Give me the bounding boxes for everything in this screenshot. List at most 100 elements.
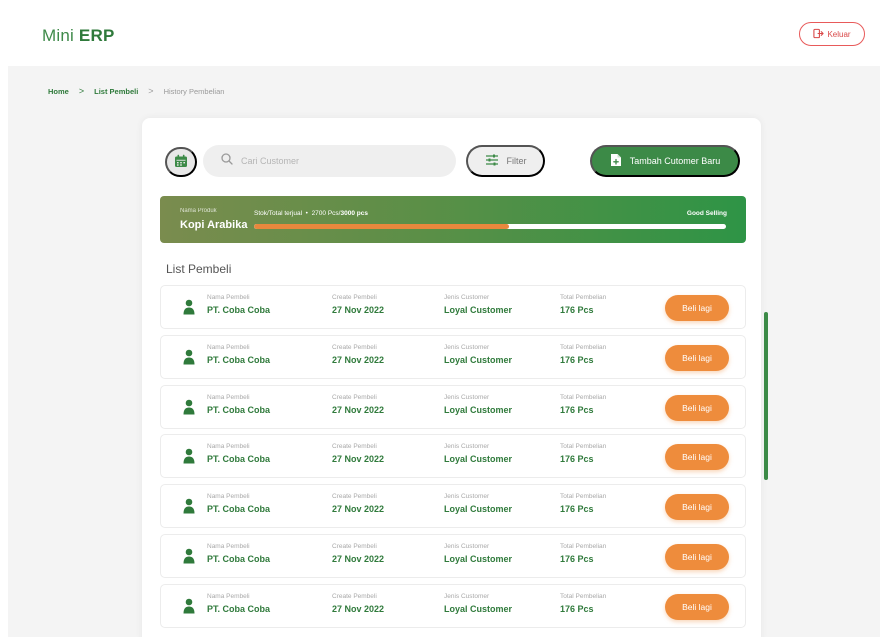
buyer-name-label: Nama Pembeli [207, 493, 250, 501]
filter-icon [485, 154, 499, 168]
stock-progress-bar [254, 224, 726, 229]
list-item: Nama Pembeli PT. Coba Coba Create Pembeli… [160, 384, 746, 429]
selling-status-badge: Good Selling [686, 210, 727, 217]
created-col: Create Pembeli 27 Nov 2022 [332, 443, 384, 464]
buy-again-button[interactable]: Beli lagi [665, 344, 729, 371]
buy-again-button[interactable]: Beli lagi [665, 394, 729, 421]
customer-type-label: Jenis Customer [444, 542, 490, 550]
buy-again-button[interactable]: Beli lagi [665, 444, 729, 471]
product-name: Kopi Arabika [180, 219, 248, 231]
buyer-name-label: Nama Pembeli [207, 542, 250, 550]
search-box[interactable] [203, 145, 456, 177]
total-col: Total Pembelian 176 Pcs [560, 443, 606, 464]
created-label: Create Pembeli [332, 443, 377, 451]
user-icon [183, 598, 195, 614]
total-purchase: 176 Pcs [560, 404, 594, 415]
list-item: Nama Pembeli PT. Coba Coba Create Pembeli… [160, 583, 746, 628]
scrollbar[interactable] [764, 312, 768, 480]
customer-type-col: Jenis Customer Loyal Customer [444, 593, 512, 614]
breadcrumb: Home > List Pembeli > History Pembelian [48, 86, 224, 96]
product-name-label: Nama Produk [180, 208, 217, 214]
created-date: 27 Nov 2022 [332, 404, 385, 415]
stock-total: 3000 pcs [340, 210, 368, 217]
total-col: Total Pembelian 176 Pcs [560, 543, 606, 564]
created-date: 27 Nov 2022 [332, 305, 385, 315]
total-label: Total Pembelian [560, 493, 607, 501]
buy-again-button[interactable]: Beli lagi [665, 593, 729, 620]
product-banner: Nama Produk Kopi Arabika Stok/Total terj… [160, 196, 746, 243]
total-purchase: 176 Pcs [560, 354, 594, 365]
logout-button[interactable]: Keluar [799, 22, 865, 46]
total-label: Total Pembelian [560, 443, 607, 451]
created-date: 27 Nov 2022 [332, 354, 385, 365]
created-label: Create Pembeli [332, 592, 377, 600]
buyer-name-label: Nama Pembeli [207, 443, 250, 451]
total-purchase: 176 Pcs [560, 553, 594, 564]
buy-again-button[interactable]: Beli lagi [665, 295, 729, 321]
add-customer-button[interactable]: Tambah Cutomer Baru [590, 145, 740, 177]
total-col: Total Pembelian 176 Pcs [560, 593, 606, 614]
total-label: Total Pembelian [560, 542, 607, 550]
buyer-name-col: Nama Pembeli PT. Coba Coba [207, 493, 270, 514]
calendar-button[interactable] [165, 147, 197, 177]
buyer-name-label: Nama Pembeli [207, 343, 250, 351]
buyer-name-col: Nama Pembeli PT. Coba Coba [207, 294, 270, 315]
user-icon [183, 448, 195, 464]
buyer-name-label: Nama Pembeli [207, 393, 250, 401]
list-item: Nama Pembeli PT. Coba Coba Create Pembeli… [160, 434, 746, 479]
customer-type: Loyal Customer [444, 354, 513, 365]
total-label: Total Pembelian [560, 343, 607, 351]
customer-type: Loyal Customer [444, 305, 513, 315]
total-purchase: 176 Pcs [560, 454, 594, 465]
list-item: Nama Pembeli PT. Coba Coba Create Pembeli… [160, 533, 746, 578]
customer-type: Loyal Customer [444, 404, 513, 415]
user-icon [183, 399, 195, 415]
purchase-card: Filter Tambah Cutomer Baru Nama Produk K… [142, 118, 761, 637]
breadcrumb-current: History Pembelian [163, 86, 225, 96]
buyer-name: PT. Coba Coba [207, 404, 271, 415]
total-col: Total Pembelian 176 Pcs [560, 493, 606, 514]
buy-again-button[interactable]: Beli lagi [665, 543, 729, 570]
search-input[interactable] [241, 156, 441, 166]
customer-type-label: Jenis Customer [444, 294, 490, 301]
buyer-name-label: Nama Pembeli [207, 592, 250, 600]
breadcrumb-separator: > [78, 86, 85, 96]
list-item: Nama Pembeli PT. Coba Coba Create Pembeli… [160, 334, 746, 379]
customer-type-col: Jenis Customer Loyal Customer [444, 394, 512, 415]
list-item: Nama Pembeli PT. Coba Coba Create Pembeli… [160, 484, 746, 529]
stock-summary: Stok/Total terjual • 2700 Pcs/3000 pcs [254, 210, 368, 217]
customer-type: Loyal Customer [444, 504, 513, 515]
total-col: Total Pembelian 176 Pcs [560, 344, 606, 365]
add-file-icon [610, 153, 622, 169]
customer-type-col: Jenis Customer Loyal Customer [444, 294, 512, 315]
customer-type: Loyal Customer [444, 454, 513, 465]
buyer-name: PT. Coba Coba [207, 305, 271, 315]
created-date: 27 Nov 2022 [332, 504, 385, 515]
brand-strong: ERP [78, 26, 115, 45]
app-brand[interactable]: Mini ERP [42, 26, 114, 46]
total-label: Total Pembelian [560, 592, 607, 600]
buyer-name-label: Nama Pembeli [207, 294, 250, 301]
created-col: Create Pembeli 27 Nov 2022 [332, 294, 384, 315]
total-purchase: 176 Pcs [560, 504, 594, 515]
customer-type-label: Jenis Customer [444, 343, 490, 351]
buyer-name: PT. Coba Coba [207, 553, 271, 564]
created-label: Create Pembeli [332, 493, 377, 501]
customer-type-label: Jenis Customer [444, 592, 490, 600]
customer-type-col: Jenis Customer Loyal Customer [444, 443, 512, 464]
breadcrumb-home[interactable]: Home [48, 87, 69, 96]
created-label: Create Pembeli [332, 393, 377, 401]
total-label: Total Pembelian [560, 294, 607, 301]
buyer-name: PT. Coba Coba [207, 504, 271, 515]
total-col: Total Pembelian 176 Pcs [560, 294, 606, 315]
created-date: 27 Nov 2022 [332, 603, 385, 614]
buyer-name-col: Nama Pembeli PT. Coba Coba [207, 443, 270, 464]
filter-button[interactable]: Filter [466, 145, 545, 177]
breadcrumb-separator: > [148, 86, 154, 96]
stock-sold: 2700 Pcs [311, 210, 339, 217]
customer-type-label: Jenis Customer [444, 493, 490, 501]
buy-again-button[interactable]: Beli lagi [665, 494, 729, 521]
breadcrumb-list[interactable]: List Pembeli [94, 87, 138, 96]
created-col: Create Pembeli 27 Nov 2022 [332, 394, 384, 415]
created-col: Create Pembeli 27 Nov 2022 [332, 543, 384, 564]
